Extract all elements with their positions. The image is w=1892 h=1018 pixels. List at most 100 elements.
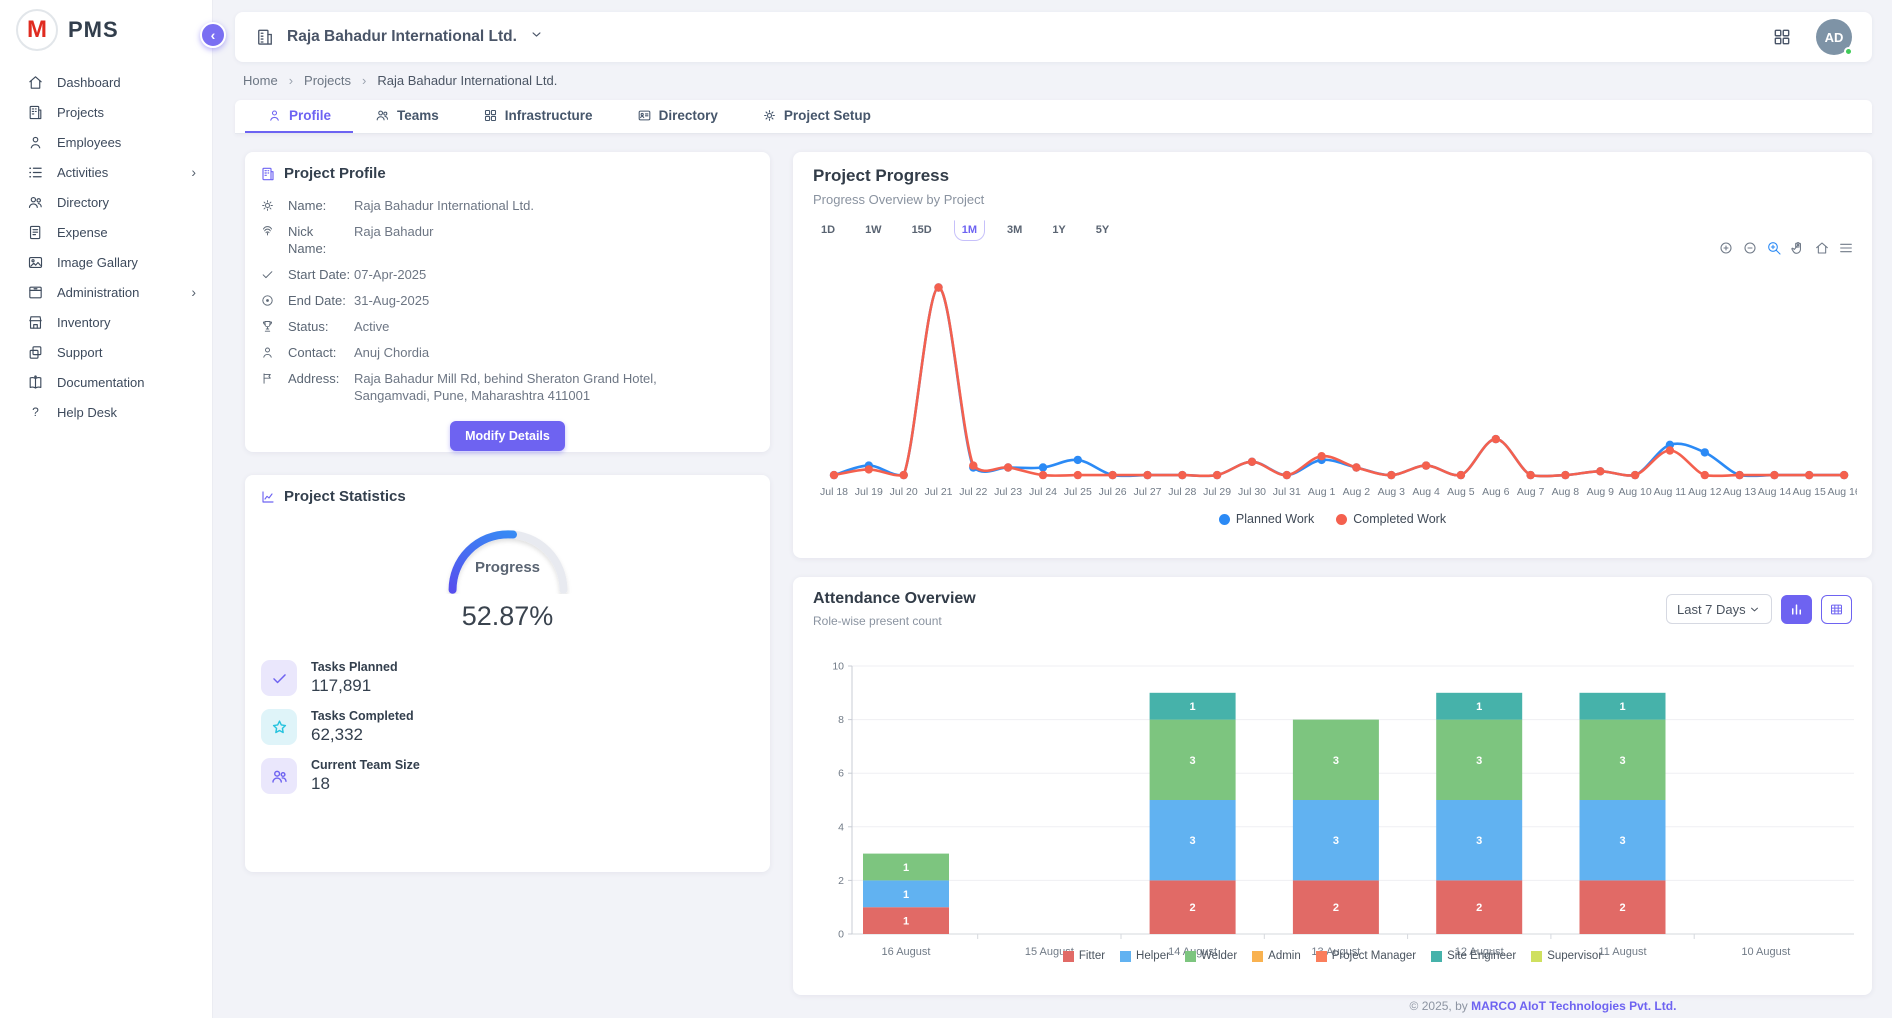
svg-text:Jul 31: Jul 31 bbox=[1273, 486, 1301, 498]
question-icon: ? bbox=[27, 404, 44, 421]
footer-company-link[interactable]: MARCO AIoT Technologies Pvt. Ltd. bbox=[1471, 999, 1676, 1013]
gauge-arc bbox=[433, 513, 583, 594]
apps-grid-icon[interactable] bbox=[1772, 27, 1792, 47]
sidebar-collapse-button[interactable]: ‹ bbox=[200, 22, 226, 48]
person-icon bbox=[260, 344, 276, 360]
svg-text:Jul 29: Jul 29 bbox=[1203, 486, 1231, 498]
svg-text:2: 2 bbox=[1333, 902, 1339, 914]
user-avatar[interactable]: AD bbox=[1816, 19, 1852, 55]
stat-tasks-planned: Tasks Planned 117,891 bbox=[261, 660, 755, 696]
project-profile-card: Project Profile Name: Raja Bahadur Inter… bbox=[245, 152, 770, 452]
legend-item[interactable]: Admin bbox=[1252, 950, 1301, 962]
home-reset-icon[interactable] bbox=[1814, 240, 1830, 256]
sidebar-item-dashboard[interactable]: Dashboard bbox=[0, 67, 212, 97]
zoom-in-icon[interactable] bbox=[1718, 240, 1734, 256]
legend-item[interactable]: Planned Work bbox=[1219, 512, 1314, 526]
profile-card-title: Project Profile bbox=[260, 165, 755, 182]
field-nick-name: Nick Name: Raja Bahadur bbox=[260, 223, 755, 257]
range-1y[interactable]: 1Y bbox=[1044, 220, 1073, 241]
progress-gauge: Progress bbox=[428, 513, 588, 597]
legend-item[interactable]: Fitter bbox=[1063, 950, 1105, 962]
selection-zoom-icon[interactable] bbox=[1766, 240, 1782, 256]
people-icon bbox=[27, 194, 44, 211]
range-15d[interactable]: 15D bbox=[904, 220, 940, 241]
home-icon bbox=[27, 74, 44, 91]
legend-item[interactable]: Project Manager bbox=[1316, 950, 1416, 962]
range-1w[interactable]: 1W bbox=[857, 220, 890, 241]
svg-text:1: 1 bbox=[903, 916, 909, 928]
svg-text:1: 1 bbox=[1190, 701, 1196, 713]
sidebar-item-administration[interactable]: Administration › bbox=[0, 277, 212, 307]
svg-text:Aug 4: Aug 4 bbox=[1412, 486, 1440, 498]
legend-item[interactable]: Site Engineer bbox=[1431, 950, 1516, 962]
online-status-dot bbox=[1844, 47, 1853, 56]
tab-directory[interactable]: Directory bbox=[615, 100, 740, 133]
svg-text:3: 3 bbox=[1190, 755, 1196, 767]
table-icon bbox=[1829, 602, 1844, 617]
svg-text:Aug 9: Aug 9 bbox=[1587, 486, 1615, 498]
logo-text: PMS bbox=[68, 17, 119, 43]
progress-card-subtitle: Progress Overview by Project bbox=[813, 192, 1852, 207]
statistics-card-title: Project Statistics bbox=[260, 488, 755, 505]
bar-view-button[interactable] bbox=[1781, 595, 1812, 624]
sidebar-item-directory[interactable]: Directory bbox=[0, 187, 212, 217]
svg-text:Jul 30: Jul 30 bbox=[1238, 486, 1266, 498]
svg-text:1: 1 bbox=[1476, 701, 1482, 713]
sidebar-item-inventory[interactable]: Inventory bbox=[0, 307, 212, 337]
range-3m[interactable]: 3M bbox=[999, 220, 1030, 241]
range-1d[interactable]: 1D bbox=[813, 220, 843, 241]
table-view-button[interactable] bbox=[1821, 595, 1852, 624]
sidebar-item-image-gallery[interactable]: Image Gallary bbox=[0, 247, 212, 277]
project-statistics-card: Project Statistics Progress 52.87% Tasks… bbox=[245, 475, 770, 872]
svg-text:3: 3 bbox=[1333, 755, 1339, 767]
breadcrumb-home[interactable]: Home bbox=[243, 73, 278, 88]
main-content: Raja Bahadur International Ltd. AD Home … bbox=[213, 0, 1892, 1018]
pan-hand-icon[interactable] bbox=[1790, 240, 1806, 256]
breadcrumb-current: Raja Bahadur International Ltd. bbox=[377, 73, 557, 88]
tab-teams[interactable]: Teams bbox=[353, 100, 461, 133]
progress-line-chart[interactable]: Jul 18Jul 19Jul 20Jul 21Jul 22Jul 23Jul … bbox=[808, 262, 1857, 502]
legend-item[interactable]: Helper bbox=[1120, 950, 1170, 962]
legend-item[interactable]: Supervisor bbox=[1531, 950, 1602, 962]
days-filter-select[interactable]: Last 7 Days bbox=[1666, 594, 1772, 624]
stat-tasks-completed: Tasks Completed 62,332 bbox=[261, 709, 755, 745]
svg-text:Jul 18: Jul 18 bbox=[820, 486, 848, 498]
legend-item[interactable]: Completed Work bbox=[1336, 512, 1446, 526]
svg-text:Aug 10: Aug 10 bbox=[1618, 486, 1651, 498]
range-selector: 1D 1W 15D 1M 3M 1Y 5Y bbox=[813, 220, 1852, 241]
sidebar-item-expense[interactable]: Expense bbox=[0, 217, 212, 247]
breadcrumb: Home › Projects › Raja Bahadur Internati… bbox=[243, 73, 557, 88]
svg-text:Aug 7: Aug 7 bbox=[1517, 486, 1545, 498]
svg-text:Aug 5: Aug 5 bbox=[1447, 486, 1475, 498]
svg-text:8: 8 bbox=[838, 714, 844, 726]
range-1m[interactable]: 1M bbox=[954, 220, 985, 241]
tab-project-setup[interactable]: Project Setup bbox=[740, 100, 893, 133]
menu-icon[interactable] bbox=[1838, 240, 1854, 256]
sidebar-item-support[interactable]: Support bbox=[0, 337, 212, 367]
tab-profile[interactable]: Profile bbox=[245, 100, 353, 133]
breadcrumb-projects[interactable]: Projects bbox=[304, 73, 351, 88]
stat-team-size: Current Team Size 18 bbox=[261, 758, 755, 794]
topbar-right: AD bbox=[1772, 19, 1852, 55]
receipt-icon bbox=[27, 224, 44, 241]
attendance-bar-chart[interactable]: 024681011116 August15 August233114 Augus… bbox=[818, 637, 1858, 972]
zoom-out-icon[interactable] bbox=[1742, 240, 1758, 256]
footer: © 2025, by MARCO AIoT Technologies Pvt. … bbox=[1203, 999, 1883, 1013]
tab-infrastructure[interactable]: Infrastructure bbox=[461, 100, 615, 133]
bar-chart-legend: Fitter Helper Welder Admin Project Manager Si… bbox=[793, 950, 1872, 962]
sidebar-item-projects[interactable]: Projects bbox=[0, 97, 212, 127]
chevron-down-icon bbox=[1748, 603, 1761, 616]
book-icon bbox=[27, 374, 44, 391]
svg-text:3: 3 bbox=[1476, 835, 1482, 847]
legend-item[interactable]: Welder bbox=[1185, 950, 1237, 962]
svg-text:1: 1 bbox=[903, 862, 909, 874]
sidebar-item-help-desk[interactable]: ? Help Desk bbox=[0, 397, 212, 427]
modify-details-button[interactable]: Modify Details bbox=[450, 421, 565, 451]
app-logo[interactable]: M PMS bbox=[0, 0, 212, 67]
sidebar-item-employees[interactable]: Employees bbox=[0, 127, 212, 157]
sidebar-item-activities[interactable]: Activities › bbox=[0, 157, 212, 187]
sidebar-item-documentation[interactable]: Documentation bbox=[0, 367, 212, 397]
range-5y[interactable]: 5Y bbox=[1088, 220, 1117, 241]
building-icon bbox=[255, 27, 275, 47]
company-selector[interactable]: Raja Bahadur International Ltd. bbox=[255, 27, 544, 47]
